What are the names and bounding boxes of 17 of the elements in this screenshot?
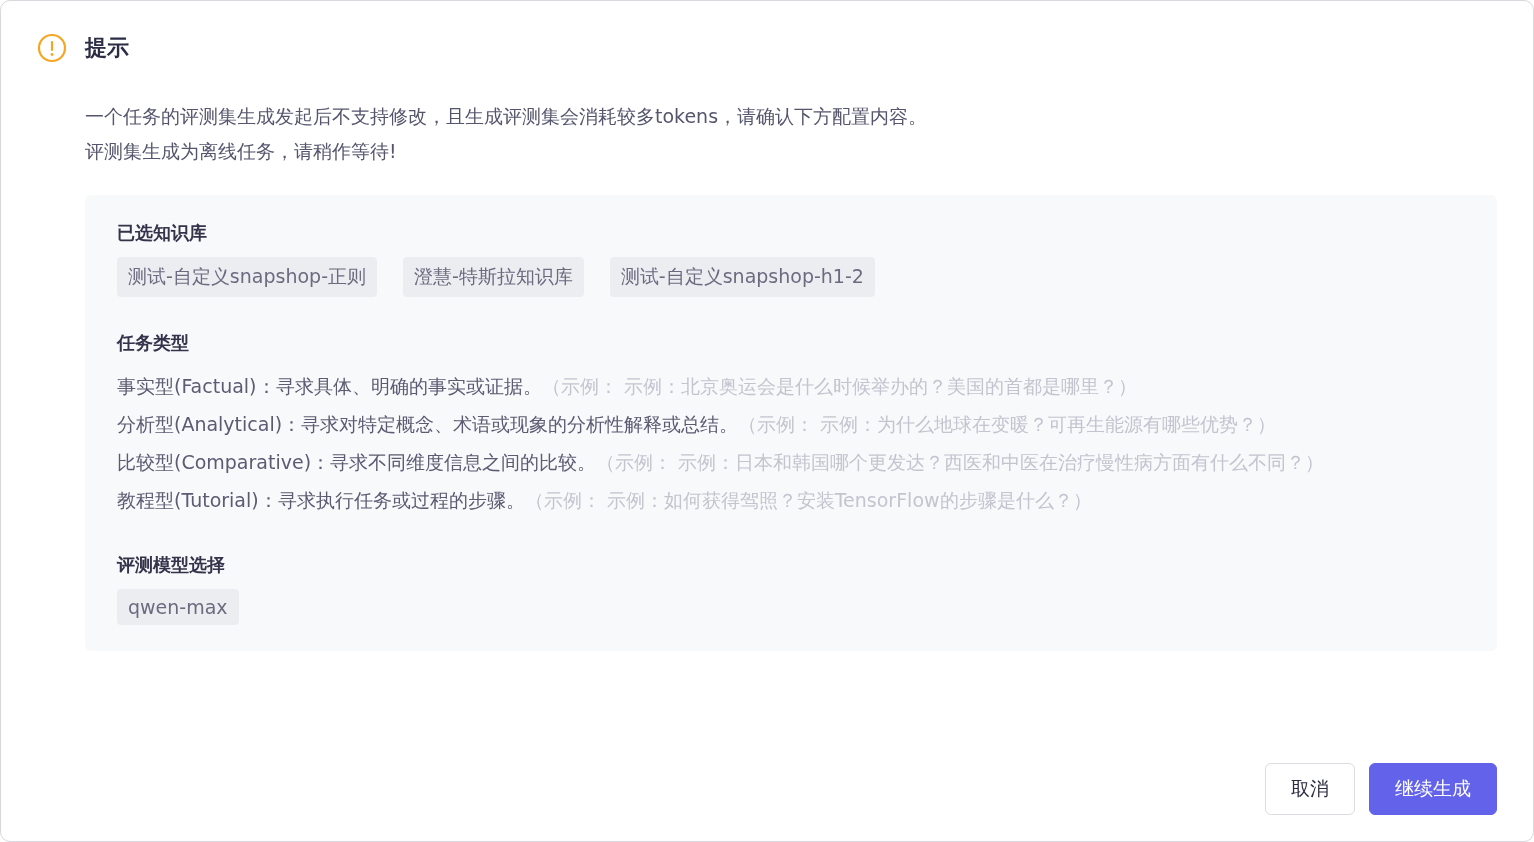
- cancel-button[interactable]: 取消: [1265, 763, 1355, 815]
- dialog-title: 提示: [85, 34, 129, 62]
- knowledge-base-tag: 测试-自定义snapshop-正则: [117, 257, 377, 297]
- task-type-description: 比较型(Comparative)：寻求不同维度信息之间的比较。: [117, 451, 597, 473]
- section-label: 任务类型: [117, 331, 189, 355]
- message-text: 评测集生成为离线任务，请稍作等待!: [85, 139, 398, 164]
- message-text: 一个任务的评测集生成发起后不支持修改，且生成评测集会消耗较多tokens，请确认下方配置内容。: [85, 104, 929, 129]
- task-type-description: 事实型(Factual)：寻求具体、明确的事实或证据。: [117, 375, 542, 397]
- section-label: 评测模型选择: [117, 553, 225, 577]
- task-type-description: 分析型(Analytical)：寻求对特定概念、术语或现象的分析性解释或总结。: [117, 413, 739, 435]
- knowledge-base-tag: 澄慧-特斯拉知识库: [403, 257, 584, 297]
- continue-button[interactable]: 继续生成: [1369, 763, 1497, 815]
- task-type-description: 教程型(Tutorial)：寻求执行任务或过程的步骤。: [117, 489, 525, 511]
- model-tag: qwen-max: [117, 589, 239, 625]
- section-label: 已选知识库: [117, 221, 207, 245]
- warning-icon: [37, 33, 67, 63]
- knowledge-base-tag: 测试-自定义snapshop-h1-2: [609, 257, 875, 297]
